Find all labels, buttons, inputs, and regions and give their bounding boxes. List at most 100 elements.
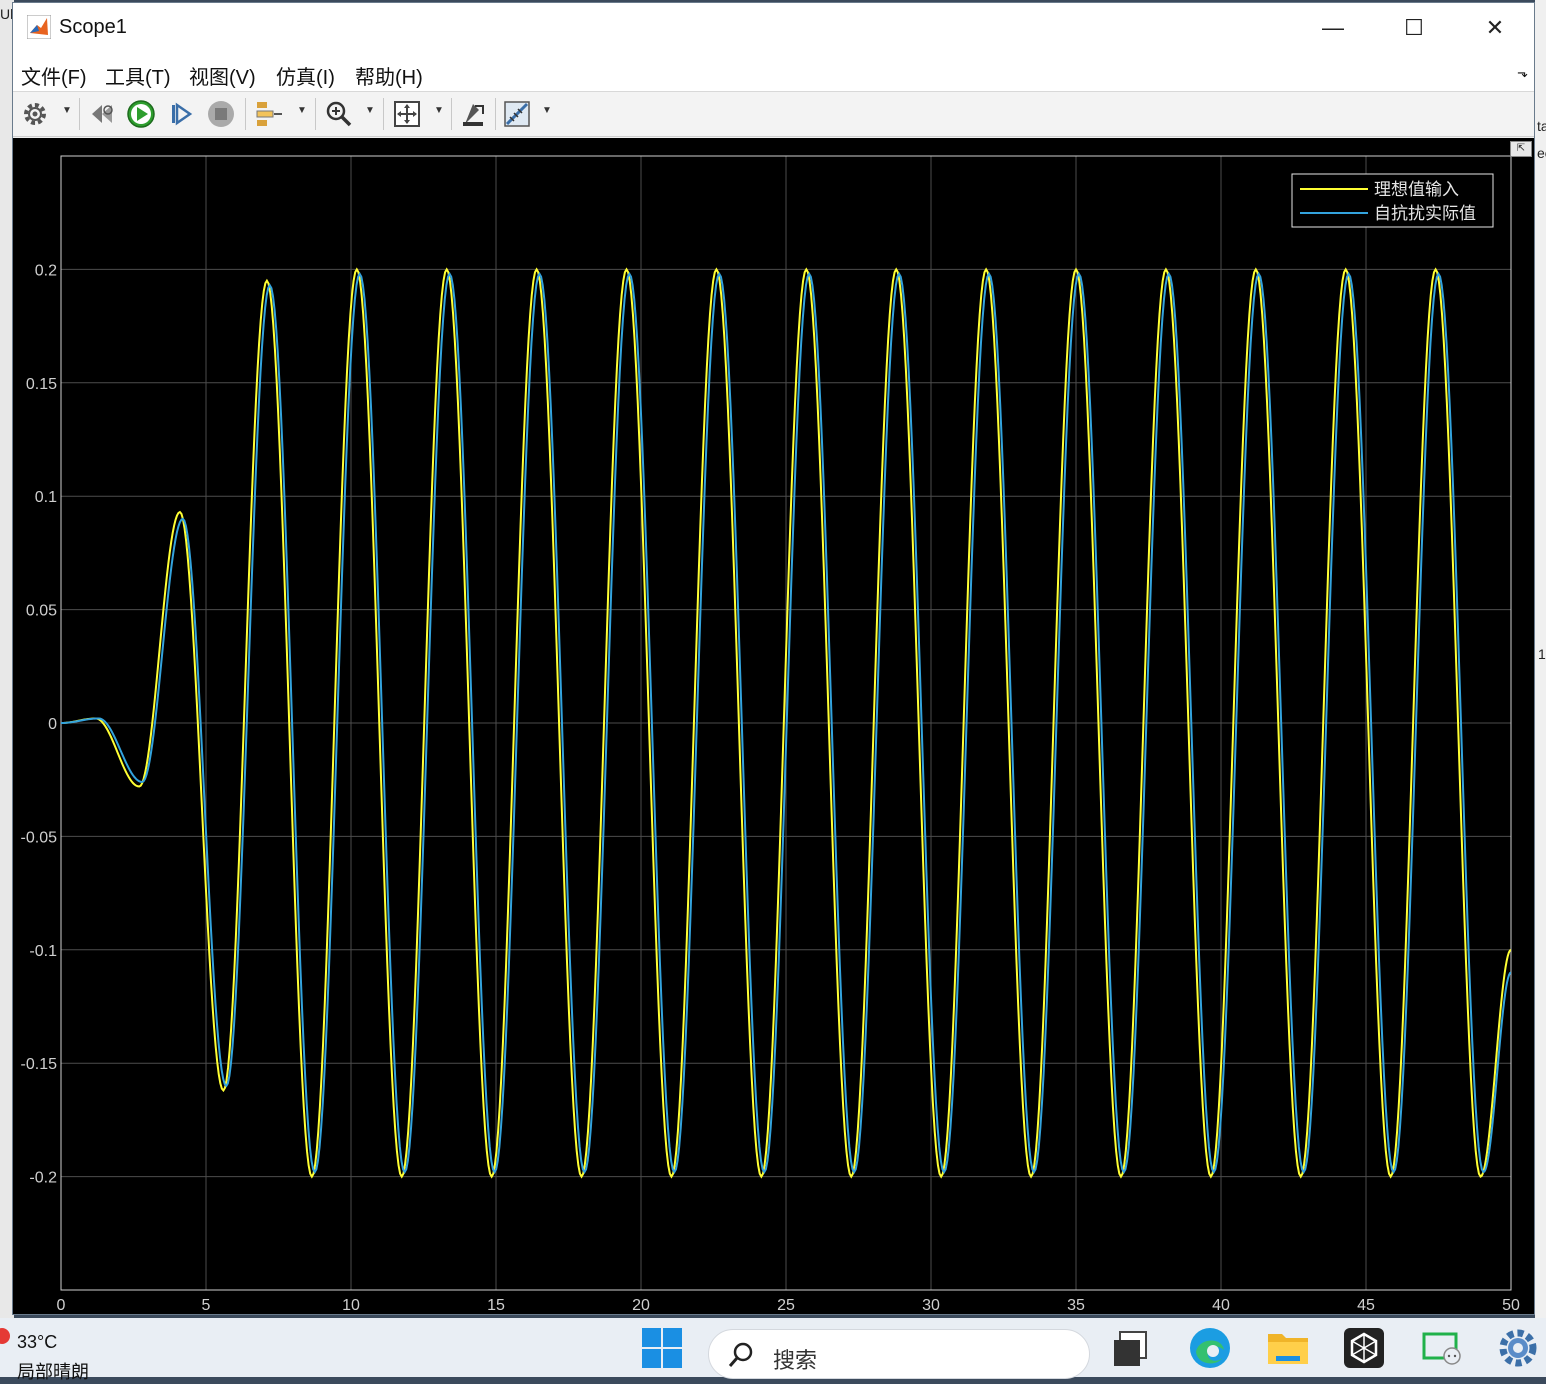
weather-temperature[interactable]: 33°C xyxy=(17,1332,57,1353)
y-tick-label: -0.05 xyxy=(21,829,58,846)
menu-view[interactable]: 视图(V) xyxy=(189,61,256,90)
data-point xyxy=(1030,1176,1032,1178)
zoom-icon[interactable] xyxy=(323,98,355,130)
data-point xyxy=(356,268,358,270)
data-point xyxy=(179,511,181,513)
data-point xyxy=(359,273,361,275)
data-point xyxy=(805,268,807,270)
weather-description[interactable]: 局部晴朗 xyxy=(17,1358,89,1384)
toolbar-separator xyxy=(495,98,496,130)
zoom-dropdown-icon[interactable]: ▼ xyxy=(365,105,375,116)
x-tick-label: 20 xyxy=(632,1297,650,1314)
data-point xyxy=(494,1171,496,1173)
weather-icon[interactable] xyxy=(0,1328,10,1344)
data-point xyxy=(583,1171,585,1173)
x-tick-label: 15 xyxy=(487,1297,505,1314)
signal-dropdown-icon[interactable]: ▼ xyxy=(297,105,307,116)
file-explorer-icon[interactable] xyxy=(1266,1326,1310,1370)
taskbar: 33°C 局部晴朗 搜索 xyxy=(0,1318,1546,1382)
autoscale-dropdown-icon[interactable]: ▼ xyxy=(434,105,444,116)
minimize-button[interactable]: — xyxy=(1293,3,1373,53)
menu-file[interactable]: 文件(F) xyxy=(21,61,87,90)
data-point xyxy=(1075,268,1077,270)
undock-icon[interactable]: ⇱ xyxy=(1510,141,1532,157)
x-tick-label: 45 xyxy=(1357,1297,1375,1314)
toolbar-separator xyxy=(79,98,80,130)
data-point xyxy=(940,1176,942,1178)
data-point xyxy=(626,268,628,270)
data-point xyxy=(670,1176,672,1178)
legend: 理想值输入自抗扰实际值 xyxy=(1291,173,1494,228)
data-point xyxy=(715,268,717,270)
data-point xyxy=(1123,1171,1125,1173)
task-view-icon[interactable] xyxy=(1108,1326,1152,1370)
settings-icon[interactable] xyxy=(19,98,51,130)
menu-simulation[interactable]: 仿真(I) xyxy=(276,61,335,90)
settings-icon[interactable] xyxy=(1496,1326,1540,1370)
x-tick-label: 35 xyxy=(1067,1297,1085,1314)
data-point xyxy=(988,273,990,275)
search-input[interactable]: 搜索 xyxy=(708,1329,1090,1379)
data-point xyxy=(60,722,62,724)
data-point xyxy=(1165,268,1167,270)
style-icon[interactable] xyxy=(457,98,489,130)
data-point xyxy=(1482,1171,1484,1173)
data-point xyxy=(1078,273,1080,275)
menu-overflow-icon[interactable]: ⬎ xyxy=(1517,65,1528,81)
data-point xyxy=(581,1176,583,1178)
toolbar-separator xyxy=(383,98,384,130)
signal-select-icon[interactable] xyxy=(253,98,285,130)
title-bar[interactable]: Scope1 — ☐ ✕ xyxy=(13,3,1534,53)
data-point xyxy=(1213,1171,1215,1173)
scope-plot[interactable]: ⇱ 0 5 10 15 20 25 30 35 40 45 50 0.2 0.15 0.1 0.05 0 -0.… xyxy=(13,138,1534,1314)
settings-dropdown-icon[interactable]: ▼ xyxy=(62,105,72,116)
data-point xyxy=(1033,1171,1035,1173)
wechat-icon[interactable] xyxy=(1420,1326,1464,1370)
x-tick-label: 50 xyxy=(1502,1297,1520,1314)
start-icon[interactable] xyxy=(640,1326,684,1370)
maximize-button[interactable]: ☐ xyxy=(1374,3,1454,53)
data-point xyxy=(1255,268,1257,270)
data-point xyxy=(1438,273,1440,275)
step-back-icon[interactable] xyxy=(86,98,118,130)
search-placeholder: 搜索 xyxy=(773,1348,818,1373)
search-icon xyxy=(728,1342,753,1367)
data-point xyxy=(1435,268,1437,270)
data-point xyxy=(1390,1176,1392,1178)
data-point xyxy=(536,268,538,270)
run-icon[interactable] xyxy=(125,98,157,130)
menu-help[interactable]: 帮助(H) xyxy=(355,61,423,90)
stop-icon[interactable] xyxy=(205,98,237,130)
toolbar-separator xyxy=(451,98,452,130)
background-text: 1 xyxy=(1538,646,1546,662)
scope-window: Scope1 — ☐ ✕ 文件(F) 工具(T) 视图(V) 仿真(I) 帮助(… xyxy=(12,2,1535,1315)
data-point xyxy=(1510,949,1512,951)
toolbar-separator xyxy=(245,98,246,130)
data-point xyxy=(446,268,448,270)
measure-dropdown-icon[interactable]: ▼ xyxy=(542,105,552,116)
data-point xyxy=(1210,1176,1212,1178)
data-point xyxy=(1345,268,1347,270)
step-forward-icon[interactable] xyxy=(165,98,197,130)
y-tick-label: 0 xyxy=(48,716,57,733)
data-point xyxy=(853,1171,855,1173)
toolbar-separator xyxy=(315,98,316,130)
data-point xyxy=(943,1171,945,1173)
edge-icon[interactable] xyxy=(1188,1326,1232,1370)
data-point xyxy=(401,1176,403,1178)
data-point xyxy=(985,268,987,270)
x-tick-label: 25 xyxy=(777,1297,795,1314)
data-point xyxy=(808,273,810,275)
unity-icon[interactable] xyxy=(1342,1326,1386,1370)
x-tick-label: 40 xyxy=(1212,1297,1230,1314)
measure-icon[interactable] xyxy=(501,98,533,130)
background-text: ec xyxy=(1537,145,1546,161)
close-button[interactable]: ✕ xyxy=(1455,3,1535,53)
y-tick-label: 0.05 xyxy=(26,603,57,620)
data-point xyxy=(314,1171,316,1173)
data-point xyxy=(182,518,184,520)
x-tick-label: 0 xyxy=(57,1297,66,1314)
menu-tools[interactable]: 工具(T) xyxy=(105,61,171,90)
data-point xyxy=(718,273,720,275)
autoscale-icon[interactable] xyxy=(391,98,423,130)
